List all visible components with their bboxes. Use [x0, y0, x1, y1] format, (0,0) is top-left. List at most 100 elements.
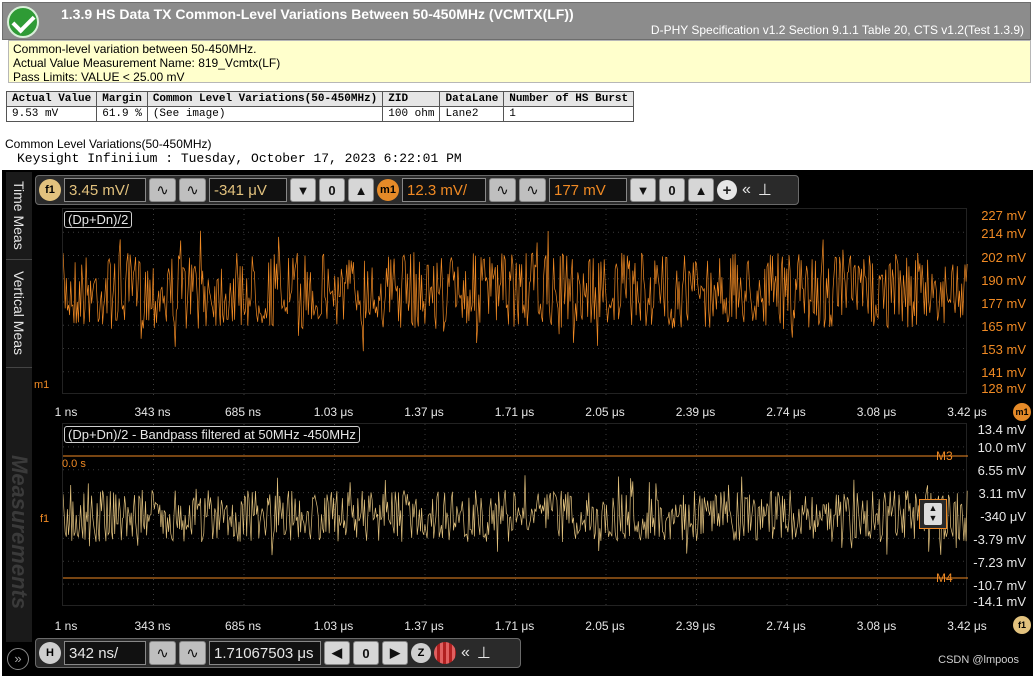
x-tick-label: 1.71 μs: [494, 405, 535, 419]
x-tick-label: 2.05 μs: [585, 405, 625, 419]
cell-zid: 100 ohm: [382, 106, 441, 122]
lower-y-label: 13.4 mV: [977, 422, 1026, 437]
lower-y-label: -10.7 mV: [973, 578, 1026, 593]
channel-toolbar: f1 3.45 mV/ ∿ ∿ -341 μV ▼ 0 ▲ m1 12.3 mV…: [35, 175, 799, 205]
upper-y-label: 153 mV: [981, 342, 1026, 357]
x-tick-label: 1.03 μs: [313, 619, 354, 633]
upper-waveform-panel[interactable]: (Dp+Dn)/2: [62, 208, 968, 395]
pin-icon[interactable]: ⊥: [475, 643, 493, 663]
x-tick-label: 1.37 μs: [404, 405, 444, 419]
x-tick-label: 343 ns: [134, 619, 171, 633]
test-description: Common-level variation between 50-450MHz…: [8, 40, 1031, 84]
timebase-scale-field[interactable]: 342 ns/: [64, 641, 146, 665]
collapse-icon[interactable]: «: [740, 181, 753, 199]
lower-y-label: 6.55 mV: [977, 463, 1026, 478]
upper-channel-badge[interactable]: m1: [1013, 403, 1031, 421]
add-icon[interactable]: +: [717, 180, 737, 200]
fine-wave-icon[interactable]: ∿: [519, 178, 546, 202]
offset-zero-icon[interactable]: 0: [659, 178, 685, 202]
delay-right-icon[interactable]: ▶: [382, 641, 408, 665]
marker-m3[interactable]: M3: [936, 449, 953, 463]
fine-wave-icon[interactable]: ∿: [179, 641, 206, 665]
m1-badge[interactable]: m1: [377, 179, 399, 201]
tab-label: Vertical Meas: [11, 271, 27, 356]
upper-trace: [63, 230, 968, 352]
oscilloscope-screen: Time Meas Vertical Meas Measurements » f…: [2, 170, 1033, 676]
acquisition-icon[interactable]: [434, 642, 456, 664]
x-tick-label: 1 ns: [54, 619, 78, 633]
x-tick-label: 3.08 μs: [856, 405, 897, 419]
upper-marker[interactable]: m1: [34, 379, 49, 391]
marker-m4[interactable]: M4: [936, 571, 953, 585]
lower-y-label: 3.11 mV: [978, 486, 1026, 501]
offset-down-icon[interactable]: ▼: [290, 178, 316, 202]
upper-y-label: 141 mV: [981, 365, 1026, 380]
cell-datalane: Lane2: [439, 106, 505, 122]
timebase-delay-field[interactable]: 1.71067503 μs: [209, 641, 321, 665]
lower-waveform: [63, 424, 968, 607]
offset-down-icon[interactable]: ▼: [630, 178, 656, 202]
upper-y-label: 227 mV: [981, 208, 1026, 223]
m1-scale-field[interactable]: 12.3 mV/: [402, 178, 486, 202]
test-title: 1.3.9 HS Data TX Common-Level Variations…: [61, 6, 574, 22]
lower-y-label: -7.23 mV: [973, 555, 1026, 570]
coarse-wave-icon[interactable]: ∿: [149, 178, 176, 202]
trigger-time: 0.0 s: [62, 458, 86, 470]
description-line: Common-level variation between 50-450MHz…: [13, 42, 257, 56]
spec-reference: D-PHY Specification v1.2 Section 9.1.1 T…: [650, 23, 1024, 37]
delay-zero-icon[interactable]: 0: [353, 641, 379, 665]
scope-timestamp: Keysight Infiniium : Tuesday, October 17…: [17, 151, 462, 166]
m1-offset-field[interactable]: 177 mV: [549, 178, 627, 202]
x-tick-label: 1.71 μs: [494, 619, 535, 633]
offset-up-icon[interactable]: ▲: [688, 178, 714, 202]
col-margin: Margin: [96, 91, 148, 107]
lower-waveform-panel[interactable]: (Dp+Dn)/2 - Bandpass filtered at 50MHz -…: [62, 423, 968, 607]
tab-time-meas[interactable]: Time Meas: [6, 172, 32, 260]
pin-icon[interactable]: ⊥: [756, 180, 774, 200]
lower-trace-label[interactable]: (Dp+Dn)/2 - Bandpass filtered at 50MHz -…: [64, 426, 360, 443]
x-tick-label: 685 ns: [224, 619, 262, 633]
coarse-wave-icon[interactable]: ∿: [149, 641, 176, 665]
coarse-wave-icon[interactable]: ∿: [489, 178, 516, 202]
x-tick-label: 2.74 μs: [766, 619, 806, 633]
col-zid: ZID: [382, 91, 441, 107]
f1-badge[interactable]: f1: [39, 179, 61, 201]
lower-channel-badge[interactable]: f1: [1013, 616, 1031, 634]
tab-label: Time Meas: [11, 181, 27, 250]
lower-y-label: -14.1 mV: [973, 594, 1026, 609]
offset-zero-icon[interactable]: 0: [319, 178, 345, 202]
lower-marker[interactable]: f1: [40, 513, 49, 525]
results-header-row: Actual Value Margin Common Level Variati…: [5, 91, 635, 107]
lower-y-label: -3.79 mV: [973, 532, 1026, 547]
f1-scale-field[interactable]: 3.45 mV/: [64, 178, 146, 202]
cell-actual-value: 9.53 mV: [5, 106, 98, 122]
upper-trace-label[interactable]: (Dp+Dn)/2: [64, 211, 133, 228]
zoom-badge[interactable]: Z: [411, 643, 431, 663]
x-tick-label: 2.74 μs: [766, 405, 806, 419]
cell-variations: (See image): [146, 106, 384, 122]
fine-wave-icon[interactable]: ∿: [179, 178, 206, 202]
upper-y-label: 165 mV: [981, 319, 1026, 334]
measurement-name: Actual Value Measurement Name: 819_Vcmtx…: [13, 56, 281, 70]
timebase-toolbar: H 342 ns/ ∿ ∿ 1.71067503 μs ◀ 0 ▶ Z « ⊥: [35, 638, 521, 668]
x-tick-label: 343 ns: [134, 405, 171, 419]
upper-y-label: 177 mV: [981, 296, 1026, 311]
offset-up-icon[interactable]: ▲: [348, 178, 374, 202]
collapse-icon[interactable]: «: [459, 644, 472, 662]
upper-y-label: 202 mV: [981, 250, 1026, 265]
cell-margin: 61.9 %: [96, 106, 148, 122]
horizontal-badge[interactable]: H: [39, 642, 61, 664]
cursor-control[interactable]: ▲ ▼: [919, 499, 947, 529]
col-hs-burst: Number of HS Burst: [503, 91, 635, 107]
tab-label: Measurements: [7, 454, 32, 610]
upper-y-label: 128 mV: [981, 381, 1026, 396]
expand-panel-button[interactable]: »: [7, 648, 29, 670]
pass-limits: Pass Limits: VALUE < 25.00 mV: [13, 70, 185, 84]
upper-waveform: [63, 209, 968, 395]
tab-measurements[interactable]: Measurements: [6, 432, 32, 632]
x-tick-label: 2.05 μs: [585, 619, 625, 633]
tab-vertical-meas[interactable]: Vertical Meas: [6, 260, 32, 368]
delay-left-icon[interactable]: ◀: [324, 641, 350, 665]
test-header: 1.3.9 HS Data TX Common-Level Variations…: [2, 2, 1031, 40]
f1-offset-field[interactable]: -341 μV: [209, 178, 287, 202]
